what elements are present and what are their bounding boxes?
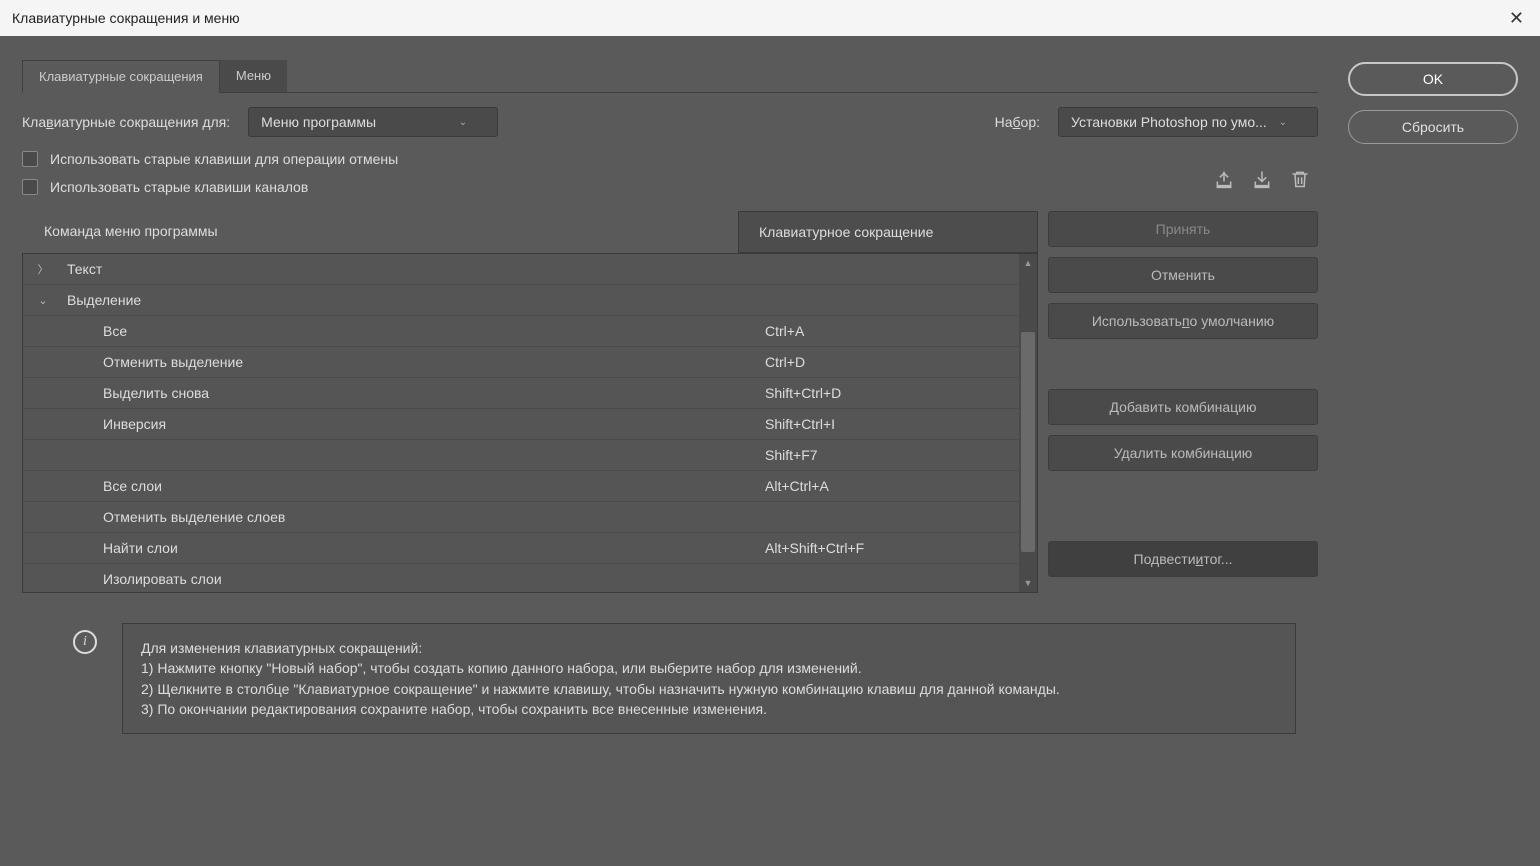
command-name: Отменить выделение	[63, 354, 757, 370]
table-row[interactable]: ⌄Выделение	[23, 285, 1037, 316]
add-shortcut-button[interactable]: Добавить комбинацию	[1048, 389, 1318, 425]
accept-button[interactable]: Принять	[1048, 211, 1318, 247]
select-set-value: Установки Photoshop по умо...	[1071, 114, 1267, 130]
cancel-button[interactable]: Отменить	[1048, 257, 1318, 293]
chevron-down-icon: ⌄	[459, 117, 467, 128]
command-name: Текст	[63, 261, 757, 277]
table-row[interactable]: Все слоиAlt+Ctrl+A	[23, 471, 1037, 502]
scroll-up-icon[interactable]: ▲	[1019, 254, 1037, 272]
info-box: i Для изменения клавиатурных сокращений:…	[122, 623, 1296, 734]
shortcut-value[interactable]: Shift+Ctrl+I	[757, 416, 1037, 432]
table-row[interactable]: Shift+F7	[23, 440, 1037, 471]
label-legacy-undo: Использовать старые клавиши для операции…	[50, 151, 398, 167]
window-title: Клавиатурные сокращения и меню	[12, 10, 240, 26]
grid-header: Команда меню программы Клавиатурное сокр…	[22, 211, 1038, 253]
select-set[interactable]: Установки Photoshop по умо... ⌄	[1058, 107, 1318, 137]
info-line2: 2) Щелкните в столбце "Клавиатурное сокр…	[141, 679, 1277, 699]
command-name: Выделить снова	[63, 385, 757, 401]
table-row[interactable]: 〉Текст	[23, 254, 1037, 285]
info-icon: i	[73, 630, 97, 654]
info-line3: 3) По окончании редактирования сохраните…	[141, 699, 1277, 719]
scrollbar-thumb[interactable]	[1021, 332, 1035, 552]
table-row[interactable]: Отменить выделение слоев	[23, 502, 1037, 533]
column-command: Команда меню программы	[44, 211, 738, 253]
save-as-icon[interactable]	[1214, 169, 1234, 189]
table-row[interactable]: ИнверсияShift+Ctrl+I	[23, 409, 1037, 440]
use-default-button[interactable]: Использовать по умолчанию	[1048, 303, 1318, 339]
scroll-down-icon[interactable]: ▼	[1019, 574, 1037, 592]
chevron-down-icon: ⌄	[1279, 117, 1287, 128]
save-icon[interactable]	[1252, 169, 1272, 189]
checkbox-legacy-channels[interactable]	[22, 179, 38, 195]
summarize-button[interactable]: Подвести итог...	[1048, 541, 1318, 577]
command-name: Изолировать слои	[63, 571, 757, 587]
command-name: Все	[63, 323, 757, 339]
info-heading: Для изменения клавиатурных сокращений:	[141, 638, 1277, 658]
table-row[interactable]: ВсеCtrl+A	[23, 316, 1037, 347]
shortcut-value[interactable]: Shift+F7	[757, 447, 1037, 463]
scrollbar[interactable]: ▲ ▼	[1019, 254, 1037, 592]
select-shortcuts-for-value: Меню программы	[261, 114, 376, 130]
tab-menus[interactable]: Меню	[220, 60, 287, 92]
shortcut-value[interactable]: Shift+Ctrl+D	[757, 385, 1037, 401]
label-set: Набор:	[995, 114, 1040, 130]
command-name: Отменить выделение слоев	[63, 509, 757, 525]
command-name: Найти слои	[63, 540, 757, 556]
tab-shortcuts[interactable]: Клавиатурные сокращения	[22, 60, 220, 93]
delete-shortcut-button[interactable]: Удалить комбинацию	[1048, 435, 1318, 471]
label-shortcuts-for: Клавиатурные сокращения для:	[22, 114, 230, 130]
trash-icon[interactable]	[1290, 169, 1310, 189]
shortcut-value[interactable]: Alt+Shift+Ctrl+F	[757, 540, 1037, 556]
shortcut-value[interactable]: Ctrl+A	[757, 323, 1037, 339]
ok-button[interactable]: OK	[1348, 62, 1518, 96]
command-name: Выделение	[63, 292, 757, 308]
table-row[interactable]: Найти слоиAlt+Shift+Ctrl+F	[23, 533, 1037, 564]
expand-icon[interactable]: ⌄	[23, 294, 63, 307]
shortcut-value[interactable]: Ctrl+D	[757, 354, 1037, 370]
expand-icon[interactable]: 〉	[23, 261, 63, 277]
shortcut-value[interactable]: Alt+Ctrl+A	[757, 478, 1037, 494]
label-legacy-channels: Использовать старые клавиши каналов	[50, 179, 308, 195]
table-row[interactable]: Выделить сноваShift+Ctrl+D	[23, 378, 1037, 409]
table-row[interactable]: Отменить выделениеCtrl+D	[23, 347, 1037, 378]
titlebar: Клавиатурные сокращения и меню ✕	[0, 0, 1540, 36]
column-shortcut[interactable]: Клавиатурное сокращение	[738, 211, 1038, 253]
reset-button[interactable]: Сбросить	[1348, 110, 1518, 144]
command-name: Инверсия	[63, 416, 757, 432]
checkbox-legacy-undo[interactable]	[22, 151, 38, 167]
table-row[interactable]: Изолировать слои	[23, 564, 1037, 593]
close-icon[interactable]: ✕	[1505, 4, 1528, 33]
tab-bar: Клавиатурные сокращения Меню	[22, 60, 1318, 93]
info-line1: 1) Нажмите кнопку "Новый набор", чтобы с…	[141, 658, 1277, 678]
select-shortcuts-for[interactable]: Меню программы ⌄	[248, 107, 498, 137]
grid-body: 〉Текст⌄ВыделениеВсеCtrl+AОтменить выделе…	[22, 253, 1038, 593]
command-name: Все слои	[63, 478, 757, 494]
